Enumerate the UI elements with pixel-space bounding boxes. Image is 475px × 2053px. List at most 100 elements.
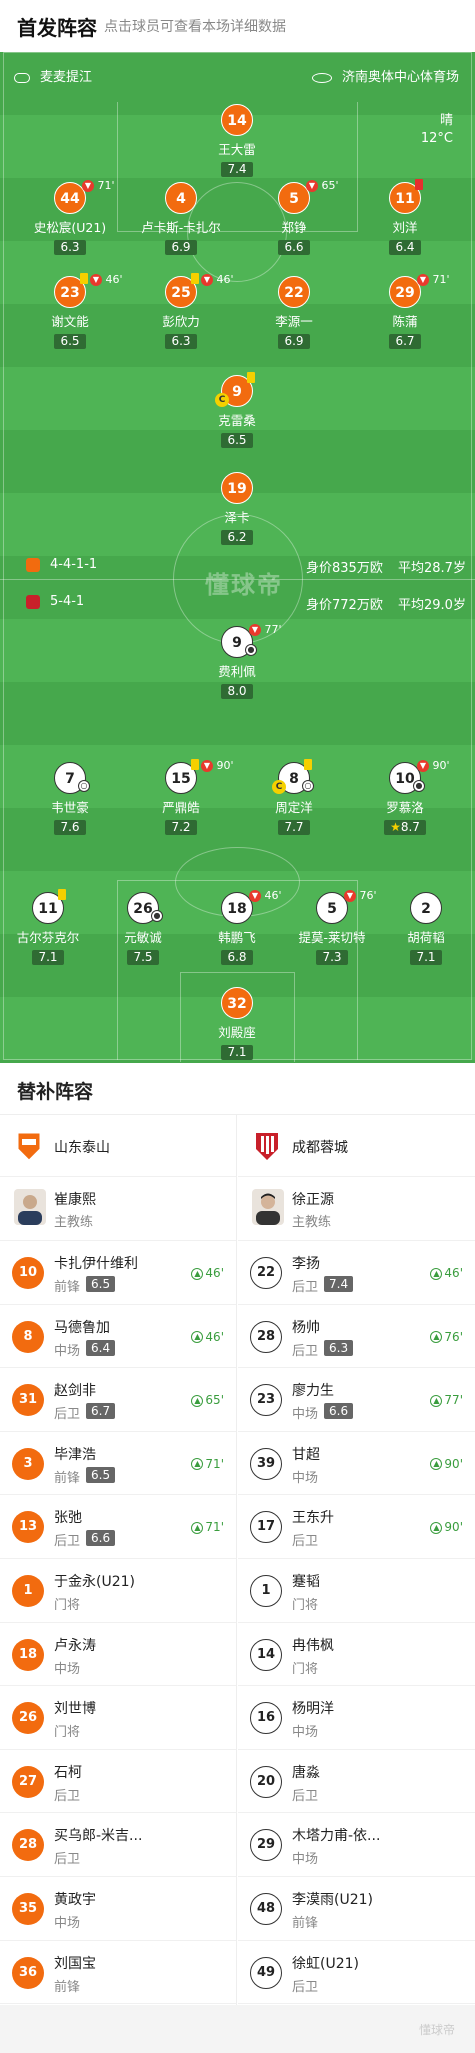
- sub-player-row[interactable]: 13 张弛 后卫 6.6 ▲ 71': [0, 1495, 236, 1559]
- sub-on-time: ▲ 90': [430, 1457, 463, 1471]
- red-card-icon: [415, 179, 423, 190]
- away-formation: 5-4-1: [26, 594, 84, 609]
- player-name: 元敏诚: [124, 930, 162, 945]
- home-team-row[interactable]: 山东泰山: [0, 1115, 236, 1177]
- sub-player-row[interactable]: 31 赵剑非 后卫 6.7 ▲ 65': [0, 1368, 236, 1432]
- player-number: 14: [250, 1638, 282, 1671]
- player-away-8[interactable]: 8 C ○ 周定洋 7.7: [246, 759, 342, 835]
- sub-player-row[interactable]: 18 卢永涛 中场: [0, 1623, 236, 1687]
- sub-player-row[interactable]: 28 杨帅 后卫 6.3 ▲ 76': [238, 1305, 475, 1369]
- player-rating: 6.6: [86, 1530, 116, 1547]
- player-rating: 6.5: [54, 334, 86, 349]
- player-away-15[interactable]: 15 ▼ 90' 严鼎皓 7.2: [133, 759, 234, 835]
- sub-off-icon: ▼: [417, 760, 429, 772]
- player-name: 陈蒲: [392, 314, 418, 329]
- player-rating: 6.6: [278, 240, 310, 255]
- player-home-4[interactable]: 4 卢卡斯-卡扎尔 6.9: [133, 182, 229, 255]
- star-icon: ★: [390, 820, 401, 834]
- player-home-11[interactable]: 11 刘洋 6.4: [357, 179, 453, 255]
- player-home-9[interactable]: 9 C 克雷桑 6.5: [189, 372, 285, 448]
- player-position: 门将: [54, 1597, 81, 1613]
- sub-on-icon: ▲: [191, 1394, 204, 1407]
- sub-player-row[interactable]: 10 卡扎伊什维利 前锋 6.5 ▲ 46': [0, 1241, 236, 1305]
- player-name: 甘超: [292, 1446, 320, 1463]
- sub-off-icon: ▼: [90, 274, 102, 286]
- sub-player-row[interactable]: 35 黄政宇 中场: [0, 1877, 236, 1941]
- player-name: 史松宸(U21): [33, 220, 107, 235]
- sub-player-row[interactable]: 1 蹇韬 门将: [238, 1559, 475, 1623]
- player-name: 克雷桑: [218, 413, 256, 428]
- sub-player-row[interactable]: 26 刘世博 门将: [0, 1686, 236, 1750]
- player-rating: 6.6: [324, 1403, 354, 1420]
- sub-player-row[interactable]: 28 买乌郎-米吉... 后卫: [0, 1813, 236, 1877]
- away-coach-row[interactable]: 徐正源 主教练: [238, 1177, 475, 1241]
- player-name: 卢卡斯-卡扎尔: [141, 220, 221, 235]
- player-name: 韦世豪: [51, 800, 89, 815]
- pitch: 麦麦提江 济南奥体中心体育场 晴 12°C 懂球帝 4-4-1-1 身价835万…: [0, 52, 475, 1063]
- sub-player-row[interactable]: 49 徐虹(U21) 后卫: [238, 1941, 475, 2005]
- sub-off-icon: ▼: [201, 274, 213, 286]
- sub-player-row[interactable]: 22 李扬 后卫 7.4 ▲ 46': [238, 1241, 475, 1305]
- sub-player-row[interactable]: 23 廖力生 中场 6.6 ▲ 77': [238, 1368, 475, 1432]
- player-away-11[interactable]: 11 古尔芬克尔 7.1: [0, 889, 96, 965]
- player-home-29[interactable]: 29 ▼ 71' 陈蒲 6.7: [357, 273, 453, 349]
- sub-player-row[interactable]: 8 马德鲁加 中场 6.4 ▲ 46': [0, 1305, 236, 1369]
- sub-player-row[interactable]: 27 石柯 后卫: [0, 1750, 236, 1814]
- player-away-2[interactable]: 2 胡荷韬 7.1: [378, 892, 474, 965]
- player-away-26[interactable]: 26 ● 元敏诚 7.5: [95, 892, 191, 965]
- lineup-title: 首发阵容: [17, 16, 97, 40]
- home-value: 身价835万欧: [306, 561, 383, 576]
- player-away-18[interactable]: 18 ▼ 46' 韩鹏飞 6.8: [189, 889, 285, 965]
- sub-on-time: ▲ 46': [191, 1266, 224, 1280]
- home-formation: 4-4-1-1: [26, 557, 97, 572]
- player-number: 29: [250, 1829, 282, 1862]
- sub-player-row[interactable]: 17 王东升 后卫 ▲ 90': [238, 1495, 475, 1559]
- player-name: 郑铮: [281, 220, 307, 235]
- player-rating: 7.2: [165, 820, 197, 835]
- sub-player-row[interactable]: 20 唐淼 后卫: [238, 1750, 475, 1814]
- player-home-22[interactable]: 22 李源一 6.9: [246, 276, 342, 349]
- player-name: 黄政宇: [54, 1891, 96, 1908]
- player-home-5[interactable]: 5 ▼ 65' 郑铮 6.6: [246, 179, 342, 255]
- sub-player-row[interactable]: 16 杨明洋 中场: [238, 1686, 475, 1750]
- player-away-9[interactable]: 9 ▼ 77' ● 费利佩 8.0: [189, 623, 285, 699]
- player-name: 周定洋: [275, 800, 313, 815]
- sub-player-row[interactable]: 39 甘超 中场 ▲ 90': [238, 1432, 475, 1496]
- sub-off-marker: ▼ 71': [82, 179, 115, 192]
- sub-player-row[interactable]: 29 木塔力甫-依... 中场: [238, 1813, 475, 1877]
- home-coach-row[interactable]: 崔康熙 主教练: [0, 1177, 236, 1241]
- player-position: 中场: [54, 1915, 81, 1931]
- sub-on-icon: ▲: [191, 1458, 204, 1471]
- sub-player-row[interactable]: 36 刘国宝 前锋: [0, 1941, 236, 2005]
- player-away-7[interactable]: 7 ○ 韦世豪 7.6: [22, 762, 118, 835]
- player-away-5[interactable]: 5 ▼ 76' 提莫-莱切特 7.3: [284, 889, 380, 965]
- player-home-19[interactable]: 19 泽卡 6.2: [189, 472, 285, 545]
- sub-player-row[interactable]: 14 冉伟枫 门将: [238, 1623, 475, 1687]
- sub-player-row[interactable]: 3 毕津浩 前锋 6.5 ▲ 71': [0, 1432, 236, 1496]
- player-name: 赵剑非: [54, 1383, 96, 1400]
- referee-name: 麦麦提江: [40, 70, 93, 85]
- player-name: 李扬: [292, 1256, 320, 1272]
- sub-player-row[interactable]: 1 于金永(U21) 门将: [0, 1559, 236, 1623]
- player-away-32[interactable]: 32 刘殿座 7.1: [189, 987, 285, 1060]
- away-team-row[interactable]: 成都蓉城: [238, 1115, 475, 1177]
- player-home-23[interactable]: 23 ▼ 46' 谢文能 6.5: [22, 273, 123, 349]
- player-number: 26: [12, 1702, 44, 1735]
- yellow-card-icon: [191, 759, 199, 770]
- assist-icon: ○: [302, 780, 314, 792]
- player-home-14[interactable]: 14 王大雷 7.4: [189, 104, 285, 177]
- player-number: 31: [12, 1384, 44, 1417]
- player-name: 于金永(U21): [54, 1573, 135, 1590]
- player-away-10[interactable]: 10 ▼ 90' ● 罗慕洛 ★8.7: [357, 759, 453, 835]
- sub-on-icon: ▲: [430, 1267, 443, 1280]
- sub-off-marker: ▼ 65': [306, 179, 339, 192]
- player-rating: 6.9: [165, 240, 197, 255]
- player-name: 刘殿座: [218, 1025, 256, 1040]
- sub-off-marker: ▼ 71': [417, 273, 450, 286]
- sub-player-row[interactable]: 48 李漠雨(U21) 前锋: [238, 1877, 475, 1941]
- yellow-card-icon: [191, 273, 199, 284]
- sub-on-icon: ▲: [430, 1521, 443, 1534]
- temperature: 12°C: [420, 131, 453, 146]
- player-home-25[interactable]: 25 ▼ 46' 彭欣力 6.3: [133, 273, 234, 349]
- player-home-44[interactable]: 44 ▼ 71' 史松宸(U21) 6.3: [22, 179, 118, 255]
